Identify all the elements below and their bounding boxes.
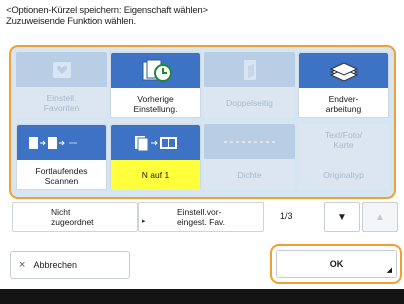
cancel-label: Abbrechen <box>33 260 77 270</box>
tile-original-type: Text/Foto/ Karte Originaltyp <box>298 124 389 190</box>
tile-previous-settings[interactable]: Vorherige Einstellung. <box>110 52 201 118</box>
cancel-button[interactable]: × Abbrechen <box>10 251 130 279</box>
close-icon: × <box>19 259 26 271</box>
slot-not-assigned[interactable]: Nicht zugeordnet <box>12 202 138 232</box>
finishing-icon <box>299 53 388 88</box>
text-photo-map-label-area: Text/Foto/ Karte <box>298 124 389 159</box>
favorites-icon <box>16 52 107 87</box>
corner-arrow-icon: ◢ <box>386 267 392 274</box>
tile-duplex: Doppelseitig <box>204 52 295 118</box>
tile-label: Vorherige Einstellung. <box>133 93 178 114</box>
triangle-down-icon: ▼ <box>337 211 347 223</box>
continuous-scan-icon <box>17 125 106 160</box>
density-icon <box>204 124 295 159</box>
page-down-button[interactable]: ▼ <box>324 202 360 232</box>
slot-preset-favorite[interactable]: ▸ Einstell.vor- eingest. Fav. <box>138 202 264 232</box>
tile-finishing[interactable]: Endver- arbeitung <box>298 52 389 118</box>
n-on-1-icon <box>111 125 200 160</box>
footer-bar <box>0 289 404 304</box>
tile-label: Doppelseitig <box>226 97 273 108</box>
header-instructions: <Optionen-Kürzel speichern: Eigenschaft … <box>6 5 398 27</box>
tile-n-on-1[interactable]: N auf 1 <box>110 124 201 190</box>
tile-label: Originaltyp <box>323 169 364 180</box>
page-up-button[interactable]: ▲ <box>362 202 398 232</box>
triangle-up-icon: ▲ <box>375 211 385 223</box>
tile-label-selected: N auf 1 <box>111 160 200 190</box>
ok-label: OK <box>329 259 344 269</box>
tile-label: Endver- arbeitung <box>325 93 362 114</box>
tile-label: Einstell. Favoriten <box>43 92 80 113</box>
tile-continuous-scan[interactable]: Fortlaufendes Scannen <box>16 124 107 190</box>
tile-density: Dichte <box>204 124 295 190</box>
text-photo-map-label: Text/Foto/ Karte <box>324 130 363 150</box>
assignment-row: Nicht zugeordnet ▸ Einstell.vor- eingest… <box>10 202 398 232</box>
ok-button[interactable]: OK ◢ <box>276 250 397 278</box>
slot-label: Nicht zugeordnet <box>51 207 94 227</box>
duplex-icon <box>204 52 295 87</box>
tile-label: Fortlaufendes Scannen <box>35 165 88 186</box>
tile-label: Dichte <box>237 169 262 180</box>
previous-settings-icon <box>111 53 200 88</box>
function-selection-panel: Einstell. Favoriten Vorherige Einstellun… <box>9 45 396 199</box>
header-subtitle: Zuzuweisende Funktion wählen. <box>6 16 136 27</box>
header-title: <Optionen-Kürzel speichern: Eigenschaft … <box>6 5 208 16</box>
tile-favorites: Einstell. Favoriten <box>16 52 107 118</box>
corner-arrow-icon: ▸ <box>142 218 146 225</box>
page-indicator: 1/3 <box>280 211 293 221</box>
slot-label: Einstell.vor- eingest. Fav. <box>177 207 226 227</box>
